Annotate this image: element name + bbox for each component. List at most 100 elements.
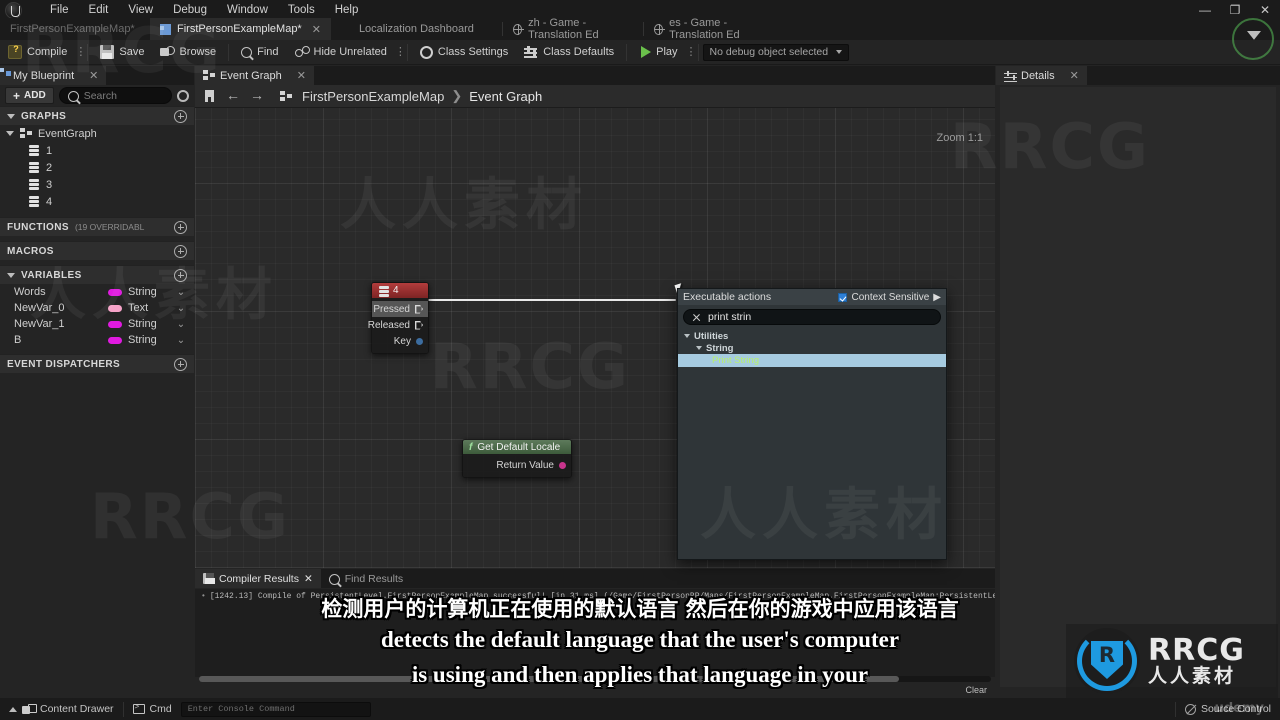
results-scrollbar[interactable]	[199, 676, 991, 682]
settings-gear-icon[interactable]	[177, 89, 189, 102]
console-command-input[interactable]: Enter Console Command	[180, 701, 371, 717]
variable-row-words[interactable]: Words String ⌄	[0, 284, 194, 300]
context-search-input[interactable]	[708, 311, 932, 323]
category-string[interactable]: String	[678, 342, 946, 354]
exec-pin-icon[interactable]	[415, 305, 423, 314]
node-input-key-event-4[interactable]: 4 Pressed Released Key	[368, 282, 429, 354]
debug-object-dropdown[interactable]: No debug object selected	[702, 43, 850, 61]
tab-firstpersonexamplemap-ghost[interactable]: FirstPersonExampleMap*	[0, 18, 150, 40]
variable-visibility-icon[interactable]: ⌄	[174, 303, 188, 314]
pin-pressed[interactable]: Pressed	[372, 301, 428, 317]
tab-event-graph[interactable]: Event Graph ✕	[195, 66, 314, 85]
add-button[interactable]: + ADD	[5, 87, 54, 104]
variable-row-newvar-1[interactable]: NewVar_1 String ⌄	[0, 316, 194, 332]
compile-options-icon[interactable]: ⋮	[75, 47, 86, 58]
variable-row-newvar-0[interactable]: NewVar_0 Text ⌄	[0, 300, 194, 316]
pin-key[interactable]: Key	[372, 333, 428, 349]
menu-view[interactable]: View	[118, 2, 163, 18]
my-blueprint-search[interactable]	[58, 87, 172, 104]
back-arrow-icon[interactable]	[226, 87, 240, 103]
browse-button[interactable]: Browse	[152, 40, 224, 65]
section-event-dispatchers[interactable]: EVENT DISPATCHERS	[0, 354, 194, 373]
exec-pin-icon[interactable]	[415, 321, 423, 330]
add-graph-icon[interactable]	[174, 109, 187, 123]
menu-edit[interactable]: Edit	[79, 2, 119, 18]
tab-zh-translation-editor[interactable]: zh - Game - Translation Ed	[503, 17, 643, 41]
tree-item-node-4[interactable]: 4	[0, 193, 194, 210]
checkbox-icon[interactable]	[838, 292, 848, 302]
add-variable-icon[interactable]	[174, 268, 187, 282]
class-defaults-button[interactable]: Class Defaults	[516, 40, 622, 65]
compile-button[interactable]: Compile	[0, 40, 75, 65]
add-dispatcher-icon[interactable]	[174, 357, 187, 371]
context-search-field[interactable]	[683, 309, 941, 325]
clear-search-icon[interactable]	[692, 313, 701, 322]
clear-button[interactable]: Clear	[965, 685, 987, 695]
blueprint-context-menu[interactable]: Executable actions Context Sensitive ▶ U…	[677, 288, 947, 560]
tab-close-icon[interactable]: ✕	[312, 23, 321, 36]
menu-file[interactable]: File	[40, 2, 79, 18]
category-label: String	[706, 342, 734, 354]
variable-visibility-icon[interactable]: ⌄	[174, 319, 188, 330]
class-settings-button[interactable]: Class Settings	[412, 40, 516, 65]
context-sensitive-toggle[interactable]: Context Sensitive ▶	[838, 292, 941, 303]
section-variables[interactable]: VARIABLES	[0, 265, 194, 284]
play-button[interactable]: Play	[631, 40, 685, 65]
chevron-right-icon[interactable]: ▶	[933, 292, 941, 303]
variable-visibility-icon[interactable]: ⌄	[174, 287, 188, 298]
minimize-icon[interactable]: —	[1190, 3, 1220, 17]
tab-firstpersonexamplemap[interactable]: FirstPersonExampleMap* ✕	[150, 18, 331, 40]
pin-return-value[interactable]: Return Value	[463, 457, 571, 473]
node-get-default-locale[interactable]: f Get Default Locale Return Value	[462, 439, 572, 478]
add-function-icon[interactable]	[174, 220, 187, 234]
breadcrumb-root[interactable]: FirstPersonExampleMap	[302, 89, 444, 104]
variable-row-b[interactable]: B String ⌄	[0, 332, 194, 348]
tree-item-node-3[interactable]: 3	[0, 176, 194, 193]
bookmark-icon[interactable]	[203, 89, 216, 103]
section-graphs[interactable]: GRAPHS	[0, 106, 194, 125]
maximize-icon[interactable]: ❐	[1220, 3, 1250, 17]
save-button[interactable]: Save	[92, 40, 152, 65]
hide-unrelated-button[interactable]: Hide Unrelated	[287, 40, 395, 65]
play-options-icon[interactable]: ⋮	[686, 47, 697, 58]
tab-close-icon[interactable]: ✕	[89, 69, 98, 82]
compiler-log[interactable]: • [1242.13] Compile of PersistentLevel.F…	[195, 589, 995, 677]
variable-visibility-icon[interactable]: ⌄	[174, 335, 188, 346]
section-macros[interactable]: MACROS	[0, 241, 194, 260]
tab-localization-dashboard[interactable]: Localization Dashboard	[331, 18, 502, 40]
tab-find-results[interactable]: Find Results	[321, 569, 411, 588]
variable-type: String	[128, 318, 157, 330]
tab-close-icon[interactable]: ✕	[304, 573, 313, 585]
menu-tools[interactable]: Tools	[278, 2, 325, 18]
chevron-down-icon	[684, 334, 690, 338]
data-pin-icon[interactable]	[559, 461, 566, 469]
cmd-button[interactable]: Cmd	[124, 698, 181, 720]
pin-released[interactable]: Released	[368, 317, 428, 333]
menu-debug[interactable]: Debug	[163, 2, 217, 18]
tree-item-node-2[interactable]: 2	[0, 159, 194, 176]
hide-unrelated-options-icon[interactable]: ⋮	[395, 47, 406, 58]
tab-close-icon[interactable]: ✕	[297, 69, 306, 82]
scrollbar-thumb[interactable]	[199, 676, 899, 682]
tab-my-blueprint[interactable]: My Blueprint ✕	[0, 66, 107, 85]
tab-close-icon[interactable]: ✕	[1070, 69, 1079, 82]
unreal-logo-icon[interactable]	[0, 0, 26, 20]
context-item-print-string[interactable]: Print String	[678, 354, 946, 367]
tree-item-node-1[interactable]: 1	[0, 142, 194, 159]
section-functions[interactable]: FUNCTIONS (19 OVERRIDABL	[0, 217, 194, 236]
forward-arrow-icon[interactable]	[250, 87, 264, 103]
category-utilities[interactable]: Utilities	[678, 330, 946, 342]
content-drawer-button[interactable]: Content Drawer	[0, 698, 123, 720]
menu-help[interactable]: Help	[325, 2, 369, 18]
menu-window[interactable]: Window	[217, 2, 278, 18]
tab-es-translation-editor[interactable]: es - Game - Translation Ed	[644, 17, 784, 41]
tab-compiler-results[interactable]: Compiler Results ✕	[195, 569, 321, 588]
find-button[interactable]: Find	[233, 40, 286, 65]
close-icon[interactable]: ✕	[1250, 3, 1280, 17]
search-input[interactable]	[83, 89, 163, 102]
tree-item-eventgraph[interactable]: EventGraph	[0, 125, 194, 142]
find-label: Find	[257, 46, 279, 58]
data-pin-icon[interactable]	[416, 337, 423, 345]
add-macro-icon[interactable]	[174, 244, 187, 258]
tab-details[interactable]: Details ✕	[996, 66, 1087, 85]
